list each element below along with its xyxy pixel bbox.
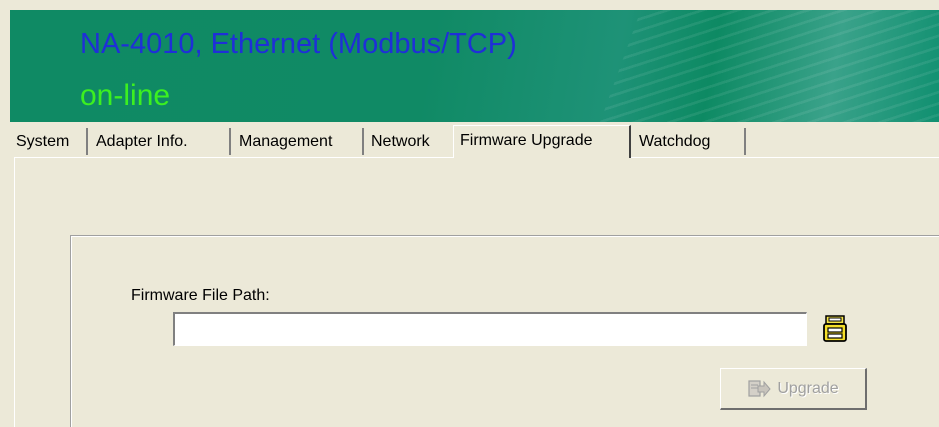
connection-status: on-line (80, 79, 171, 112)
device-title: NA-4010, Ethernet (Modbus/TCP) (80, 28, 517, 60)
firmware-path-input[interactable] (173, 312, 807, 346)
upgrade-button-label: Upgrade (777, 379, 839, 397)
tab-strip: System Adapter Info. Management Network … (10, 125, 939, 158)
tab-watchdog[interactable]: Watchdog (633, 128, 746, 155)
tab-network[interactable]: Network (365, 128, 452, 155)
open-file-icon (823, 315, 847, 342)
app-window: NA-4010, Ethernet (Modbus/TCP) on-line S… (0, 0, 939, 427)
upgrade-arrow-icon (748, 379, 771, 397)
tab-system[interactable]: System (10, 128, 88, 155)
header-banner: NA-4010, Ethernet (Modbus/TCP) on-line (10, 10, 939, 122)
tab-firmware-upgrade[interactable]: Firmware Upgrade (453, 125, 631, 158)
upgrade-button[interactable]: Upgrade (720, 368, 867, 410)
tab-adapter-info[interactable]: Adapter Info. (90, 128, 231, 155)
firmware-path-label: Firmware File Path: (131, 287, 270, 304)
browse-button[interactable] (820, 313, 850, 345)
tab-management[interactable]: Management (233, 128, 364, 155)
